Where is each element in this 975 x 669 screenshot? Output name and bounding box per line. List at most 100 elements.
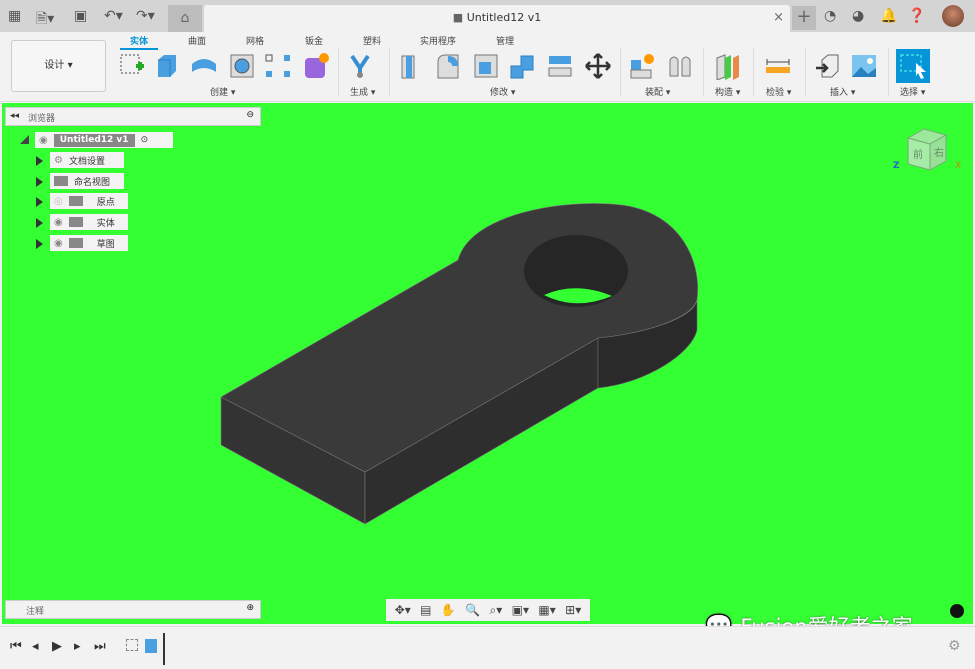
step-back-icon[interactable]: ◂ [32,639,39,654]
file-menu-icon[interactable]: 🗎▾ [36,8,54,32]
tab-sheet-metal[interactable]: 钣金 [305,34,323,47]
hole-icon[interactable] [228,52,256,80]
fillet-icon[interactable] [434,52,462,80]
browser-item-sketches[interactable]: ◉ 草图 [50,235,128,251]
expand-icon[interactable] [36,156,43,166]
tab-utilities[interactable]: 实用程序 [420,34,456,47]
insert-derive-icon[interactable] [814,52,842,80]
grid-icon[interactable]: ▦▾ [538,603,555,617]
expand-icon[interactable] [36,197,43,207]
close-tab-button[interactable]: × [773,10,784,25]
expand-icon[interactable] [36,177,43,187]
revolve-icon[interactable] [190,52,218,80]
notifications-icon[interactable]: 🔔 [880,8,897,24]
part-model[interactable] [2,103,973,624]
go-to-start-icon[interactable]: ⏮ [10,639,22,654]
extrude-icon[interactable] [154,52,182,80]
view-cube[interactable]: 前 右 [905,126,951,172]
timeline-sketch-icon[interactable] [126,639,138,651]
folder-icon [68,217,83,227]
viewports-icon[interactable]: ⊞▾ [565,603,581,617]
group-generate[interactable]: 生成 ▾ [350,85,375,98]
navigation-bar: ✥▾ ▤ ✋ 🔍 ⌕▾ ▣▾ ▦▾ ⊞▾ [386,599,590,621]
tab-manage[interactable]: 管理 [496,34,514,47]
zoom-icon[interactable]: 🔍 [465,603,480,617]
view-cube-front[interactable]: 前 [913,146,923,161]
visibility-eye-icon[interactable]: ◉ [39,135,48,146]
group-insert[interactable]: 插入 ▾ [830,85,855,98]
tab-mesh[interactable]: 网格 [246,34,264,47]
group-create[interactable]: 创建 ▾ [210,85,235,98]
redo-icon[interactable]: ↷▾ [136,8,155,24]
document-tab[interactable]: ■ Untitled12 v1 × [204,5,790,32]
step-forward-icon[interactable]: ▸ [74,639,81,654]
add-comment-icon[interactable]: ⊕ [246,603,254,613]
tab-surface[interactable]: 曲面 [188,34,206,47]
timeline-extrude-icon[interactable] [145,639,157,653]
tab-solid[interactable]: 实体 [120,34,159,50]
app-grid-icon[interactable]: ▦ [8,8,21,24]
folder-icon [68,196,83,206]
collapse-browser-icon[interactable]: ◂◂ [10,111,19,121]
insert-image-icon[interactable] [850,52,878,80]
pan-icon[interactable]: ✋ [441,603,456,617]
group-assemble[interactable]: 装配 ▾ [645,85,670,98]
combine-icon[interactable] [508,52,536,80]
activate-radio-icon[interactable]: ⊙ [141,135,149,145]
offset-plane-icon[interactable] [714,52,742,80]
expand-icon[interactable] [36,239,43,249]
view-cube-right[interactable]: 右 [934,144,944,159]
new-component-icon[interactable] [628,52,656,80]
fit-icon[interactable]: ⌕▾ [490,603,503,618]
look-at-icon[interactable]: ▤ [420,603,431,617]
item-label: 原点 [96,197,115,208]
timeline-marker[interactable] [163,633,165,665]
user-avatar[interactable] [942,5,964,27]
help-icon[interactable]: ❓ [908,8,925,24]
orbit-indicator-icon[interactable] [950,604,964,618]
create-sketch-icon[interactable] [118,52,146,80]
expand-icon[interactable] [36,218,43,228]
go-to-end-icon[interactable]: ⏭ [94,639,106,654]
split-body-icon[interactable] [546,52,574,80]
pattern-icon[interactable] [264,52,292,80]
move-icon[interactable] [584,52,612,80]
undo-icon[interactable]: ↶▾ [104,8,123,24]
job-status-icon[interactable]: ◕ [852,8,864,24]
ribbon-toolbar: 设计 ▾ 实体 曲面 网格 钣金 塑料 实用程序 管理 创建 ▾ 生成 ▾ 修改… [0,32,975,102]
play-icon[interactable]: ▶ [52,639,62,654]
visibility-eye-icon[interactable]: ◉ [54,238,63,249]
browser-item-doc-settings[interactable]: ⚙ 文档设置 [50,152,124,168]
folder-icon [54,176,68,186]
joint-icon[interactable] [666,52,694,80]
timeline-settings-gear-icon[interactable]: ⚙ [948,638,961,654]
generative-icon[interactable] [346,52,374,80]
measure-icon[interactable] [764,52,792,80]
browser-root[interactable]: ◉ Untitled12 v1 ⊙ [35,132,173,148]
press-pull-icon[interactable] [398,52,426,80]
display-settings-icon[interactable]: ▣▾ [512,603,529,617]
workspace-selector[interactable]: 设计 ▾ [11,40,106,92]
group-inspect[interactable]: 检验 ▾ [766,85,791,98]
orbit-icon[interactable]: ✥▾ [395,603,411,617]
comments-title: 注释 [26,607,45,617]
expand-root-icon[interactable] [20,135,29,144]
extensions-icon[interactable]: ◔ [824,8,836,24]
tab-plastic[interactable]: 塑料 [363,34,381,47]
select-icon[interactable] [896,49,930,83]
shell-icon[interactable] [472,52,500,80]
group-construct[interactable]: 构造 ▾ [715,85,740,98]
browser-minimize-icon[interactable]: ⊖ [246,110,254,120]
hidden-eye-icon[interactable]: ◎ [54,196,63,207]
browser-item-bodies[interactable]: ◉ 实体 [50,214,128,230]
save-icon[interactable]: ▣ [74,8,87,24]
home-tab[interactable]: ⌂ [168,5,202,32]
group-select[interactable]: 选择 ▾ [900,85,925,98]
browser-item-origin[interactable]: ◎ 原点 [50,193,128,209]
new-tab-button[interactable]: + [792,6,816,30]
visibility-eye-icon[interactable]: ◉ [54,217,63,228]
3d-viewport[interactable]: 前 右 Z X [2,103,973,624]
create-form-icon[interactable] [302,52,330,80]
browser-item-named-views[interactable]: 命名视图 [50,173,124,189]
group-modify[interactable]: 修改 ▾ [490,85,515,98]
